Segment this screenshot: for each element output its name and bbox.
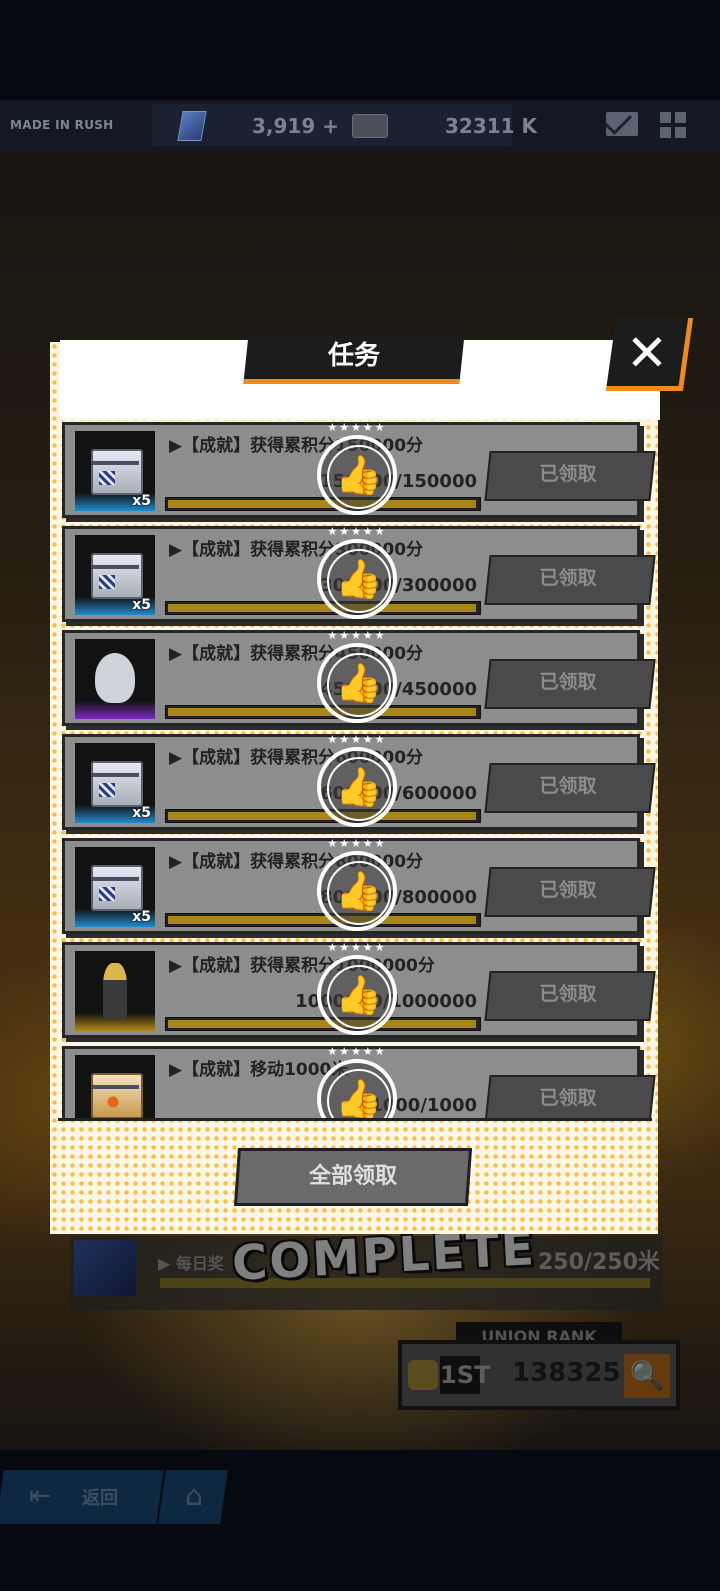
stamp-stars: ★★★★★ bbox=[327, 421, 387, 434]
stamp-stars: ★★★★★ bbox=[327, 837, 387, 850]
task-progress-fill bbox=[168, 916, 476, 924]
chest-icon bbox=[91, 553, 143, 599]
task-description: ▶【成就】移动1000米 bbox=[169, 1060, 349, 1080]
task-row: x5 ▶【成就】获得累积分800000分 800000/800000 已领取 ★★★★★… bbox=[62, 837, 656, 934]
ticket-count: 32311 K bbox=[445, 114, 538, 138]
thumbs-up-icon: 👍 bbox=[335, 765, 383, 809]
task-progress-fill bbox=[168, 604, 476, 612]
chest-icon bbox=[91, 865, 143, 911]
gold-chest-icon bbox=[91, 1073, 143, 1118]
task-progress-bar bbox=[165, 1017, 481, 1031]
close-icon[interactable]: ✕ bbox=[624, 326, 670, 380]
thumbs-up-icon: 👍 bbox=[335, 973, 383, 1017]
ticket-icon bbox=[352, 114, 388, 138]
task-progress-bar bbox=[165, 913, 481, 927]
reward-item-box: x5 bbox=[75, 535, 155, 615]
stamp-stars: ★★★★★ bbox=[327, 733, 387, 746]
task-row: x5 ▶【成就】获得累积分600000分 600000/600000 已领取 ★★★★★… bbox=[62, 733, 656, 830]
reward-item-box bbox=[75, 951, 155, 1031]
task-row: ▶【成就】获得累积分450000分 450000/450000 已领取 ★★★★★ 👍 bbox=[62, 629, 656, 726]
reward-item-box: x5 bbox=[75, 431, 155, 511]
claimed-label[interactable]: 已领取 bbox=[487, 451, 649, 497]
claimed-label[interactable]: 已领取 bbox=[487, 867, 649, 913]
stamp-stars: ★★★★★ bbox=[327, 1045, 387, 1058]
dialog-title: 任务 bbox=[327, 341, 380, 371]
reward-item-box: 1 bbox=[75, 1055, 155, 1118]
task-progress-bar bbox=[165, 497, 481, 511]
reward-item-box bbox=[75, 639, 155, 719]
task-progress-bar bbox=[165, 705, 481, 719]
stamp-stars: ★★★★★ bbox=[327, 941, 387, 954]
grid-menu-icon[interactable] bbox=[660, 112, 686, 138]
claimed-label[interactable]: 已领取 bbox=[487, 763, 649, 809]
brand-label: MADE IN RUSH bbox=[10, 118, 114, 132]
chest-icon bbox=[91, 449, 143, 495]
thumbs-up-icon: 👍 bbox=[335, 1077, 383, 1118]
task-description: ▶【成就】获得累积分1000000分 bbox=[169, 956, 435, 976]
glove-icon bbox=[95, 653, 135, 703]
claimed-label[interactable]: 已领取 bbox=[487, 1075, 649, 1118]
thumbs-up-icon: 👍 bbox=[335, 453, 383, 497]
task-row: ▶【成就】获得累积分1000000分1000000/1000000已领取★★★★… bbox=[62, 941, 656, 1038]
thumbs-up-icon: 👍 bbox=[335, 661, 383, 705]
claimed-label[interactable]: 已领取 bbox=[487, 659, 649, 705]
stamp-stars: ★★★★★ bbox=[327, 525, 387, 538]
claimed-label[interactable]: 已领取 bbox=[487, 971, 649, 1017]
task-progress-bar bbox=[165, 601, 481, 615]
reward-rarity-glow bbox=[75, 701, 155, 719]
reward-quantity: x5 bbox=[132, 597, 151, 613]
task-progress-fill bbox=[168, 500, 476, 508]
thumbs-up-icon: 👍 bbox=[335, 557, 383, 601]
task-row: x5 ▶【成就】获得累积分150000分 150000/150000 已领取 ★★★★★… bbox=[62, 421, 656, 518]
task-progress-fill bbox=[168, 812, 476, 820]
gem-count[interactable]: 3,919 + bbox=[252, 114, 339, 138]
task-progress-bar bbox=[165, 809, 481, 823]
task-row: 1▶【成就】移动1000米1000/1000已领取★★★★★👍 bbox=[62, 1045, 656, 1118]
reward-quantity: x5 bbox=[132, 493, 151, 509]
claimed-label[interactable]: 已领取 bbox=[487, 555, 649, 601]
claim-all-label[interactable]: 全部领取 bbox=[236, 1148, 470, 1206]
task-progress-fill bbox=[168, 708, 476, 716]
reward-quantity: x5 bbox=[132, 805, 151, 821]
mail-icon[interactable] bbox=[606, 112, 638, 136]
reward-item-box: x5 bbox=[75, 743, 155, 823]
reward-quantity: x5 bbox=[132, 909, 151, 925]
reward-item-box: x5 bbox=[75, 847, 155, 927]
thumbs-up-icon: 👍 bbox=[335, 869, 383, 913]
character-figure-icon bbox=[103, 963, 127, 1019]
task-progress-fill bbox=[168, 1020, 476, 1028]
stamp-stars: ★★★★★ bbox=[327, 629, 387, 642]
list-divider bbox=[58, 1118, 652, 1121]
chest-icon bbox=[91, 761, 143, 807]
task-row: x5 ▶【成就】获得累积分300000分 300000/300000 已领取 ★★★★★… bbox=[62, 525, 656, 622]
task-list[interactable]: x5 ▶【成就】获得累积分150000分 150000/150000 已领取 ★★★★★… bbox=[58, 418, 656, 1118]
